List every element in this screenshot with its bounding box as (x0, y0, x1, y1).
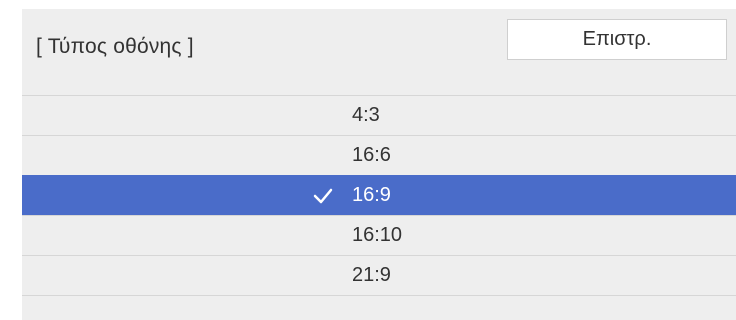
screen-type-menu: [ Τύπος οθόνης ] Επιστρ. 4:3 16:6 16:9 1… (22, 9, 736, 320)
option-label: 4:3 (352, 104, 380, 126)
back-button[interactable]: Επιστρ. (507, 19, 727, 60)
option-label: 16:6 (352, 144, 391, 166)
option-4-3[interactable]: 4:3 (22, 95, 736, 135)
option-label: 16:9 (352, 184, 391, 206)
screen-type-list: 4:3 16:6 16:9 16:10 21:9 (22, 95, 736, 296)
option-label: 21:9 (352, 264, 391, 286)
option-16-10[interactable]: 16:10 (22, 215, 736, 255)
option-21-9[interactable]: 21:9 (22, 255, 736, 296)
menu-header: [ Τύπος οθόνης ] Επιστρ. (22, 9, 736, 95)
menu-title: [ Τύπος οθόνης ] (36, 35, 194, 58)
option-16-6[interactable]: 16:6 (22, 135, 736, 175)
check-icon (313, 188, 333, 204)
option-label: 16:10 (352, 224, 403, 246)
option-16-9[interactable]: 16:9 (22, 175, 736, 215)
